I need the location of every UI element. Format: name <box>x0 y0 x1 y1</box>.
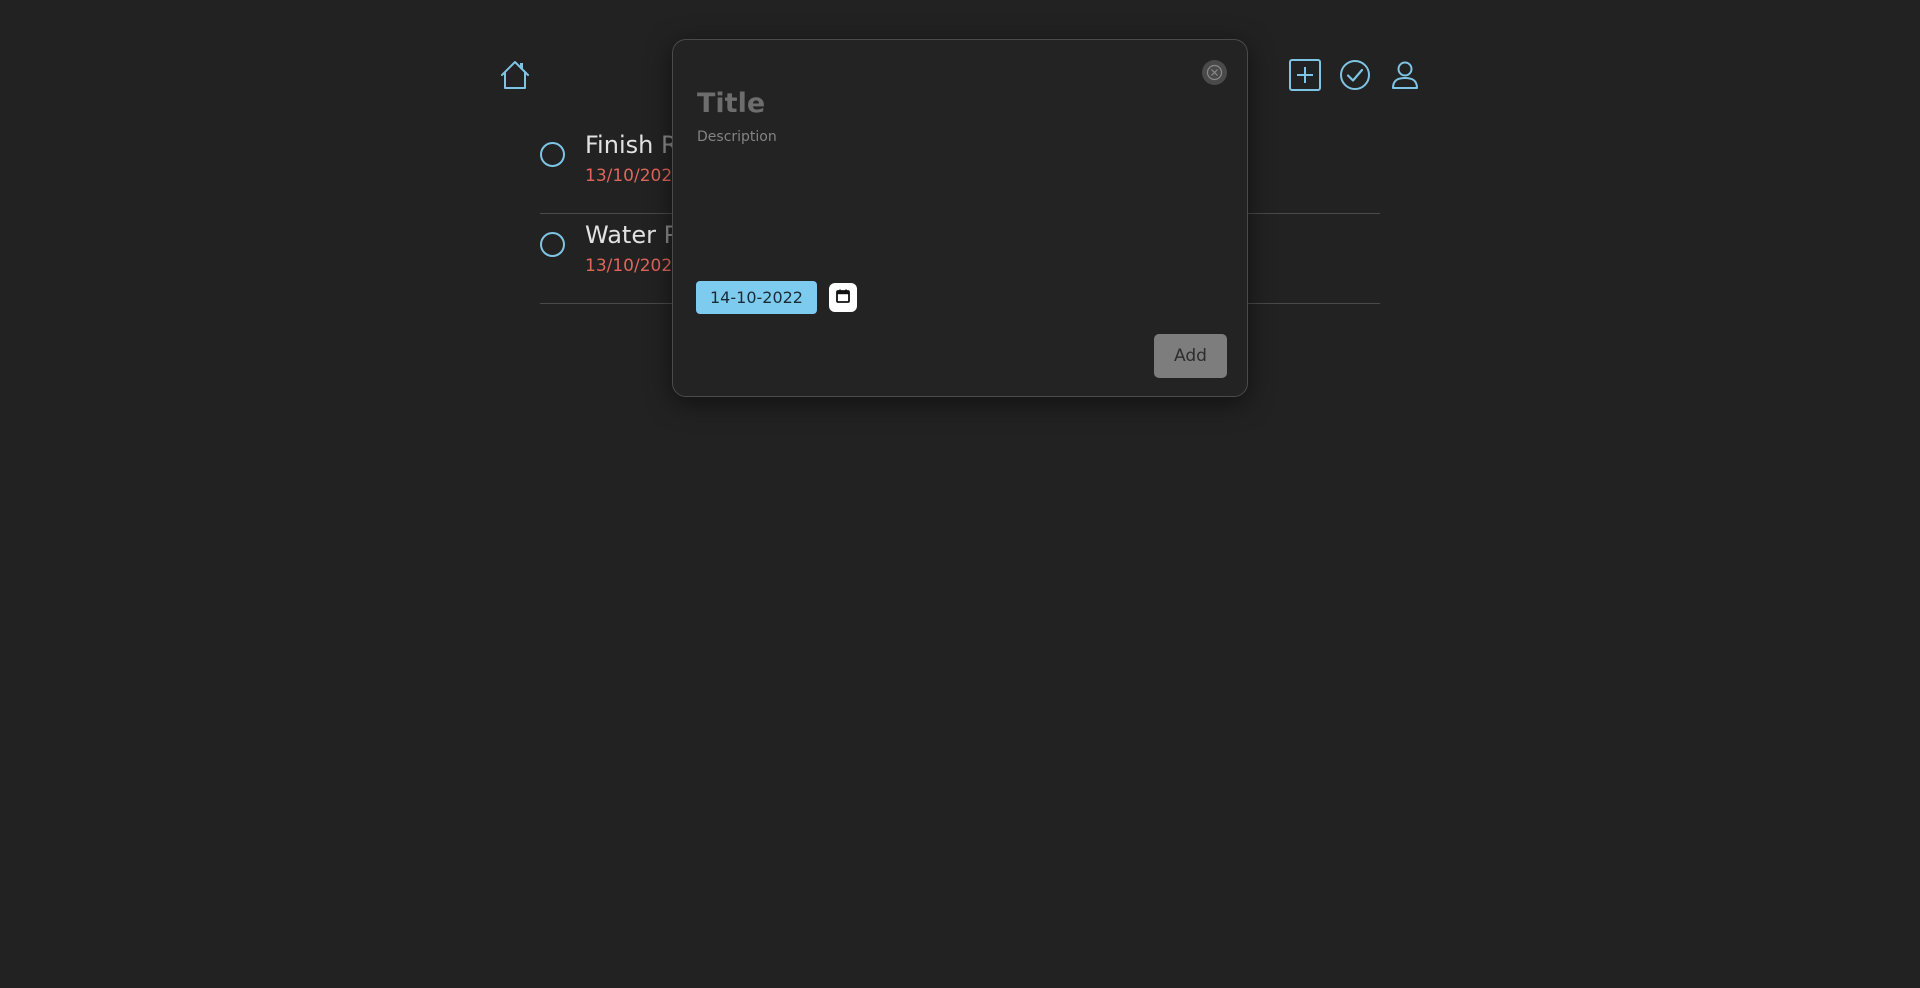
due-date-input[interactable]: 14-10-2022 <box>696 281 817 314</box>
add-task-submit-button[interactable]: Add <box>1154 334 1227 378</box>
task-description-input[interactable] <box>697 129 1217 249</box>
profile-button[interactable] <box>1388 59 1422 91</box>
new-task-modal: 14-10-2022 Add <box>672 39 1248 397</box>
close-modal-button[interactable] <box>1202 60 1227 85</box>
task-complete-checkbox[interactable] <box>540 142 565 167</box>
plus-square-icon <box>1289 59 1321 91</box>
user-icon <box>1392 61 1418 89</box>
task-due-date: 13/10/202 <box>585 166 673 186</box>
home-icon <box>501 61 529 89</box>
task-title: Water P <box>585 221 679 249</box>
calendar-icon <box>836 289 850 303</box>
add-task-button[interactable] <box>1288 58 1322 92</box>
home-button[interactable] <box>498 59 532 91</box>
task-title: Finish R <box>585 131 678 159</box>
date-picker-button[interactable] <box>829 283 857 312</box>
close-icon <box>1206 64 1223 81</box>
task-complete-checkbox[interactable] <box>540 232 565 257</box>
completed-tasks-button[interactable] <box>1338 58 1372 92</box>
task-due-date: 13/10/202 <box>585 256 673 276</box>
check-circle-icon <box>1340 60 1370 90</box>
task-title-input[interactable] <box>697 84 1177 122</box>
